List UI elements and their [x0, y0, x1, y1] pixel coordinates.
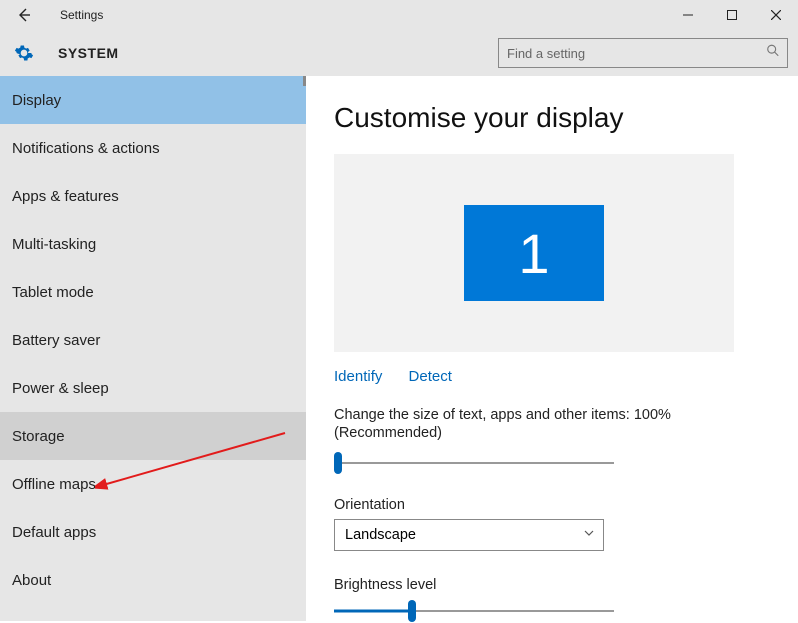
- sidebar-item-label: Display: [12, 92, 61, 109]
- back-button[interactable]: [0, 0, 48, 30]
- sidebar-item-label: Apps & features: [12, 188, 119, 205]
- sidebar-item-notifications[interactable]: Notifications & actions: [0, 124, 306, 172]
- main: Display Notifications & actions Apps & f…: [0, 76, 798, 621]
- gear-icon: [14, 43, 34, 63]
- sidebar-item-tablet-mode[interactable]: Tablet mode: [0, 268, 306, 316]
- sidebar-item-multitasking[interactable]: Multi-tasking: [0, 220, 306, 268]
- monitor-tile-1[interactable]: 1: [464, 205, 604, 301]
- minimize-icon: [683, 10, 693, 20]
- sidebar-item-display[interactable]: Display: [0, 76, 306, 124]
- sidebar-item-battery-saver[interactable]: Battery saver: [0, 316, 306, 364]
- sidebar-item-default-apps[interactable]: Default apps: [0, 508, 306, 556]
- header: SYSTEM: [0, 30, 798, 76]
- search-icon: [766, 44, 780, 63]
- sidebar-item-label: Storage: [12, 428, 65, 445]
- display-arrangement[interactable]: 1: [334, 154, 734, 352]
- identify-link[interactable]: Identify: [334, 368, 382, 385]
- sidebar-item-about[interactable]: About: [0, 556, 306, 604]
- close-button[interactable]: [754, 0, 798, 30]
- chevron-down-icon: [583, 527, 595, 543]
- sidebar-item-label: Multi-tasking: [12, 236, 96, 253]
- maximize-button[interactable]: [710, 0, 754, 30]
- brightness-slider[interactable]: [334, 599, 614, 623]
- titlebar: Settings: [0, 0, 798, 30]
- sidebar-item-label: About: [12, 572, 51, 589]
- slider-thumb[interactable]: [408, 600, 416, 622]
- window-title: Settings: [48, 8, 103, 22]
- brightness-label: Brightness level: [334, 577, 770, 593]
- sidebar-item-label: Notifications & actions: [12, 140, 160, 157]
- orientation-label: Orientation: [334, 497, 770, 513]
- scale-slider[interactable]: [334, 451, 614, 475]
- close-icon: [771, 10, 781, 20]
- sidebar-item-offline-maps[interactable]: Offline maps: [0, 460, 306, 508]
- maximize-icon: [727, 10, 737, 20]
- slider-track: [334, 462, 614, 464]
- minimize-button[interactable]: [666, 0, 710, 30]
- sidebar-item-label: Offline maps: [12, 476, 96, 493]
- orientation-value: Landscape: [345, 527, 416, 543]
- sidebar: Display Notifications & actions Apps & f…: [0, 76, 306, 621]
- sidebar-item-label: Battery saver: [12, 332, 100, 349]
- detect-link[interactable]: Detect: [409, 368, 452, 385]
- sidebar-item-label: Tablet mode: [12, 284, 94, 301]
- display-links: Identify Detect: [334, 368, 770, 385]
- content: Customise your display 1 Identify Detect…: [306, 76, 798, 621]
- back-arrow-icon: [16, 7, 32, 23]
- window-controls: [666, 0, 798, 30]
- sidebar-item-storage[interactable]: Storage: [0, 412, 306, 460]
- sidebar-item-power-sleep[interactable]: Power & sleep: [0, 364, 306, 412]
- search-wrap: [498, 38, 788, 68]
- slider-thumb[interactable]: [334, 452, 342, 474]
- section-title: SYSTEM: [58, 45, 119, 61]
- scale-sublabel: (Recommended): [334, 425, 770, 441]
- monitor-number: 1: [518, 221, 549, 286]
- page-title: Customise your display: [334, 102, 770, 134]
- slider-fill: [334, 610, 412, 613]
- search-input[interactable]: [498, 38, 788, 68]
- sidebar-item-label: Default apps: [12, 524, 96, 541]
- sidebar-item-apps-features[interactable]: Apps & features: [0, 172, 306, 220]
- scale-label: Change the size of text, apps and other …: [334, 407, 770, 423]
- orientation-select[interactable]: Landscape: [334, 519, 604, 551]
- sidebar-item-label: Power & sleep: [12, 380, 109, 397]
